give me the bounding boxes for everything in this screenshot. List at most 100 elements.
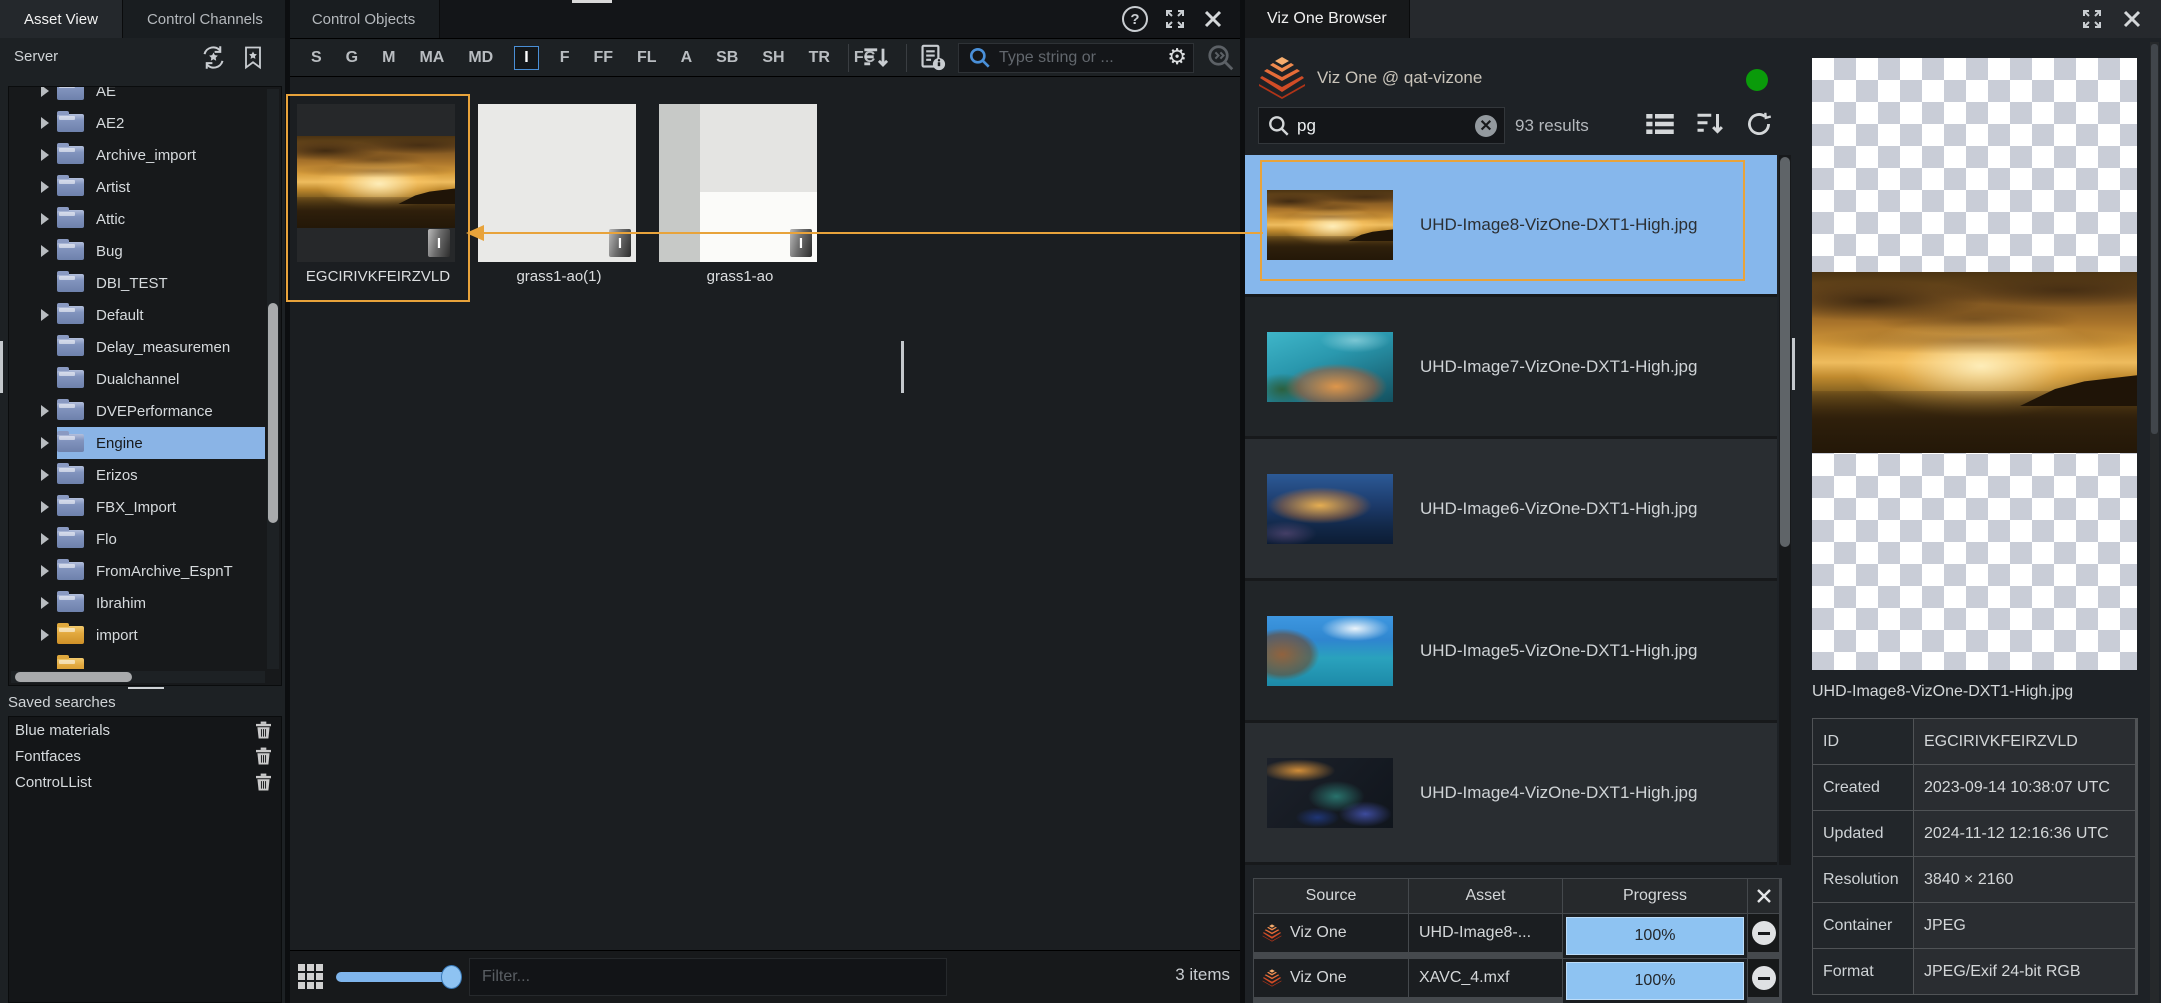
tree-item-body[interactable]: FromArchive_EspnT [57,555,265,587]
sort-order-icon[interactable] [1695,111,1725,137]
vizone-search-input[interactable] [1293,115,1475,137]
tree-item-dualchannel[interactable]: Dualchannel [11,363,265,395]
splitter-handle-left[interactable] [0,341,3,393]
tree-item-body[interactable]: DBI_TEST [57,267,265,299]
expand-arrow-icon[interactable] [41,245,49,257]
tree-item-body[interactable]: DVEPerformance [57,395,265,427]
tree-item-erizos[interactable]: Erizos [11,459,265,491]
type-filter-g[interactable]: G [343,47,361,69]
saved-search-blue-materials[interactable]: Blue materials [9,717,281,743]
tree-item-flo[interactable]: Flo [11,523,265,555]
tab-asset-view[interactable]: Asset View [0,0,123,38]
remove-transfer-icon[interactable] [1752,966,1776,990]
tree-item-engine[interactable]: Engine [11,427,265,459]
tree-item-body[interactable]: Erizos [57,459,265,491]
expand-arrow-icon[interactable] [41,437,49,449]
vizone-asset-row-uhd-image6-vizone-dxt1-high-jpg[interactable]: UHD-Image6-VizOne-DXT1-High.jpg [1245,439,1777,581]
tree-item-body[interactable]: AE2 [57,107,265,139]
splitter-handle-tree[interactable] [128,687,164,689]
restore-search-icon[interactable] [200,44,227,71]
type-filter-sb[interactable]: SB [713,47,741,69]
close-transfers-icon[interactable] [1755,887,1773,905]
expand-arrow-icon[interactable] [41,405,49,417]
asset-search-input[interactable] [997,48,1161,68]
save-search-bookmark-icon[interactable] [241,44,265,71]
sort-icon[interactable] [862,46,890,70]
asset-grid-item-egcirivkfeirzvld[interactable]: IEGCIRIVKFEIRZVLD [288,96,468,300]
expand-arrow-icon[interactable] [41,149,49,161]
asset-info-icon[interactable] [920,44,947,72]
expand-arrow-icon[interactable] [41,533,49,545]
saved-search-controllist[interactable]: ControLList [9,769,281,795]
tree-item-default[interactable]: Default [11,299,265,331]
expand-arrow-icon[interactable] [41,87,49,97]
vizone-asset-row-uhd-image4-vizone-dxt1-high-jpg[interactable]: UHD-Image4-VizOne-DXT1-High.jpg [1245,723,1777,865]
tree-item-body[interactable]: Bug [57,235,265,267]
type-filter-ma[interactable]: MA [416,47,447,69]
delete-saved-search-icon[interactable] [256,747,271,765]
search-everywhere-icon[interactable] [1206,44,1236,72]
tree-item-bug[interactable]: Bug [11,235,265,267]
search-settings-gear-icon[interactable]: ⚙ [1167,47,1187,69]
expand-arrow-icon[interactable] [41,469,49,481]
tab-viz-one-browser[interactable]: Viz One Browser [1245,0,1410,38]
expand-arrow-icon[interactable] [41,597,49,609]
tree-item-body[interactable]: Default [57,299,265,331]
tree-vertical-scrollbar[interactable] [267,89,279,669]
vizone-asset-row-uhd-image8-vizone-dxt1-high-jpg[interactable]: UHD-Image8-VizOne-DXT1-High.jpg [1245,155,1777,297]
type-filter-fl[interactable]: FL [634,47,660,69]
tree-item-fromarchive-espnt[interactable]: FromArchive_EspnT [11,555,265,587]
tree-item-ae2[interactable]: AE2 [11,107,265,139]
tree-item-body[interactable]: Flo [57,523,265,555]
tree-item-body[interactable]: Attic [57,203,265,235]
tree-item-artist[interactable]: Artist [11,171,265,203]
tree-item-body[interactable]: Ibrahim [57,587,265,619]
tree-item-archive-import[interactable]: Archive_import [11,139,265,171]
vizone-asset-row-uhd-image5-vizone-dxt1-high-jpg[interactable]: UHD-Image5-VizOne-DXT1-High.jpg [1245,581,1777,723]
tree-item-body[interactable]: Dualchannel [57,363,265,395]
help-icon[interactable]: ? [1122,6,1148,32]
splitter-handle-right[interactable] [1792,338,1795,390]
close-icon[interactable] [2121,8,2143,30]
type-filter-sh[interactable]: SH [759,47,787,69]
saved-search-fontfaces[interactable]: Fontfaces [9,743,281,769]
close-icon[interactable] [1202,8,1224,30]
slider-knob[interactable] [441,965,462,989]
splitter-handle-middle[interactable] [901,341,904,393]
tree-horizontal-scrollbar[interactable] [11,671,265,683]
remove-transfer-icon[interactable] [1752,921,1776,945]
clear-search-icon[interactable]: ✕ [1475,115,1497,137]
vizone-asset-row-uhd-image7-vizone-dxt1-high-jpg[interactable]: UHD-Image7-VizOne-DXT1-High.jpg [1245,297,1777,439]
tree-item-body[interactable]: FBX_Import [57,491,265,523]
tab-control-channels[interactable]: Control Channels [123,0,288,38]
tree-item-body[interactable]: Delay_measuremen [57,331,265,363]
refresh-icon[interactable] [1745,110,1773,138]
tab-control-objects[interactable]: Control Objects [288,0,440,38]
tree-item-fbx-import[interactable]: FBX_Import [11,491,265,523]
type-filter-m[interactable]: M [379,47,398,69]
expand-arrow-icon[interactable] [41,181,49,193]
maximize-icon[interactable] [1164,8,1186,30]
delete-saved-search-icon[interactable] [256,773,271,791]
type-filter-a[interactable]: A [678,47,696,69]
tree-item-body[interactable]: Artist [57,171,265,203]
expand-arrow-icon[interactable] [41,213,49,225]
tree-item-dveperformance[interactable]: DVEPerformance [11,395,265,427]
grid-filter-input[interactable] [469,958,947,996]
tree-item-body[interactable] [57,651,265,669]
asset-grid-item-grass1-ao[interactable]: Igrass1-ao [650,96,830,300]
expand-arrow-icon[interactable] [41,501,49,513]
type-filter-i[interactable]: I [514,46,538,70]
type-filter-tr[interactable]: TR [806,47,833,69]
tree-item-ae[interactable]: AE [11,87,265,107]
preview-scrollbar[interactable] [2150,42,2159,1003]
type-filter-ff[interactable]: FF [590,47,616,69]
asset-thumbnail[interactable]: I [478,104,636,262]
tree-item-body[interactable]: import [57,619,265,651]
expand-arrow-icon[interactable] [41,565,49,577]
expand-arrow-icon[interactable] [41,117,49,129]
grid-view-icon[interactable] [298,964,323,989]
tree-item-attic[interactable]: Attic [11,203,265,235]
splitter-handle-top[interactable] [572,0,612,3]
maximize-icon[interactable] [2081,8,2103,30]
